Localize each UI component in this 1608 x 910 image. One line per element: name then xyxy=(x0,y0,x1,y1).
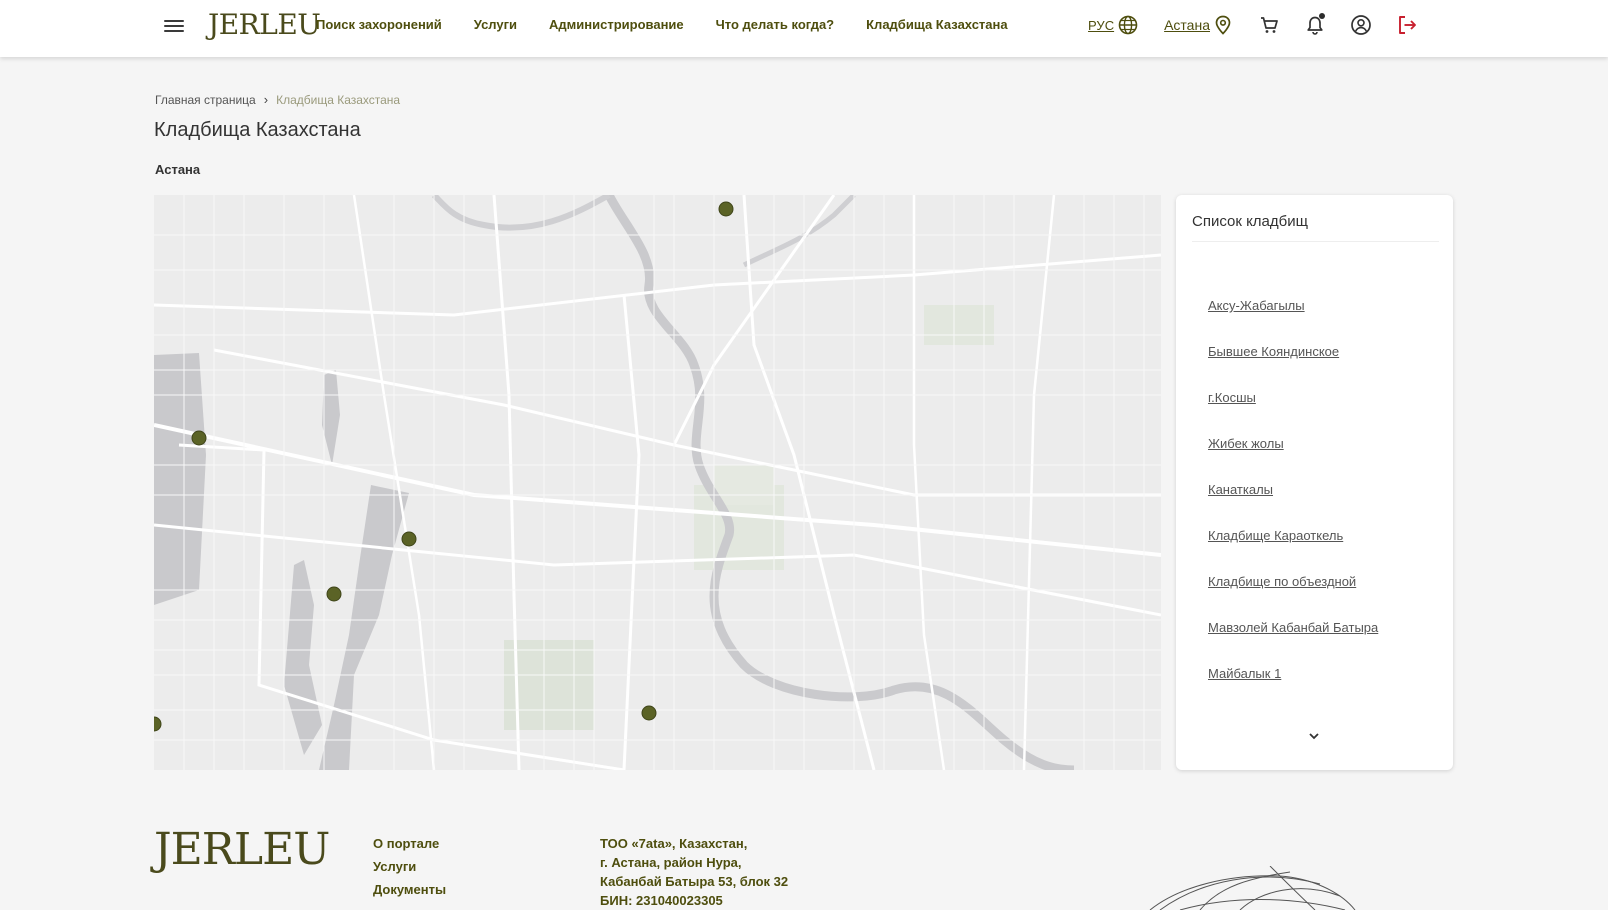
cart-icon[interactable] xyxy=(1258,14,1280,36)
nav-item-cemeteries[interactable]: Кладбища Казахстана xyxy=(866,17,1007,32)
region-label: Астана xyxy=(155,162,201,177)
language-switcher[interactable]: РУС xyxy=(1088,15,1138,35)
nav-item-services[interactable]: Услуги xyxy=(474,17,517,32)
company-line: Кабанбай Батыра 53, блок 32 xyxy=(600,874,789,889)
top-header: JERLEU Поиск захоронений Услуги Админист… xyxy=(0,0,1608,57)
breadcrumb-current: Кладбища Казахстана xyxy=(276,92,401,107)
breadcrumb: Главная страница › Кладбища Казахстана xyxy=(155,92,400,107)
main-nav: Поиск захоронений Услуги Администрирован… xyxy=(316,17,1040,32)
map-marker xyxy=(401,531,417,547)
footer-link-services[interactable]: Услуги xyxy=(373,859,446,882)
company-line: г. Астана, район Нура, xyxy=(600,855,742,870)
footer-links: О портале Услуги Документы xyxy=(373,836,446,905)
footer-logo[interactable]: JERLEU xyxy=(154,824,330,875)
list-item: Канаткалы xyxy=(1208,481,1378,527)
footer-link-documents[interactable]: Документы xyxy=(373,882,446,905)
list-item: Бывшее Кояндинское xyxy=(1208,343,1378,389)
cemetery-map[interactable] xyxy=(154,195,1161,770)
cemetery-link[interactable]: Кладбище по объездной xyxy=(1208,574,1356,589)
user-icon[interactable] xyxy=(1350,14,1372,36)
company-line: БИН: 231040023305 xyxy=(600,893,723,908)
city-selector[interactable]: Астана xyxy=(1164,15,1232,35)
map-marker xyxy=(326,586,342,602)
cemetery-link[interactable]: Аксу-Жабагылы xyxy=(1208,298,1305,313)
list-item: Жибек жолы xyxy=(1208,435,1378,481)
list-item: Майбалык 1 xyxy=(1208,665,1378,711)
cemetery-list-panel: Список кладбищ Аксу-Жабагылы Бывшее Коян… xyxy=(1176,195,1453,770)
list-item: Аксу-Жабагылы xyxy=(1208,297,1378,343)
footer-link-about[interactable]: О портале xyxy=(373,836,446,859)
globe-icon xyxy=(1118,15,1138,35)
company-line: ТОО «7ata», Казахстан, xyxy=(600,836,748,851)
breadcrumb-separator: › xyxy=(263,92,269,107)
site-logo[interactable]: JERLEU xyxy=(208,8,321,41)
cemetery-link[interactable]: Канаткалы xyxy=(1208,482,1273,497)
map-marker xyxy=(191,430,207,446)
panel-divider xyxy=(1192,241,1439,242)
map-marker xyxy=(718,201,734,217)
list-item: Кладбище по объездной xyxy=(1208,573,1378,619)
cemetery-link[interactable]: Майбалык 1 xyxy=(1208,666,1281,681)
nav-item-administration[interactable]: Администрирование xyxy=(549,17,684,32)
menu-icon[interactable] xyxy=(164,17,184,37)
nav-item-search[interactable]: Поиск захоронений xyxy=(316,17,442,32)
location-pin-icon xyxy=(1215,15,1231,35)
map-marker xyxy=(641,705,657,721)
page-title: Кладбища Казахстана xyxy=(154,119,361,141)
cemetery-list: Аксу-Жабагылы Бывшее Кояндинское г.Косшы… xyxy=(1208,297,1378,711)
city-label: Астана xyxy=(1164,17,1210,33)
header-actions: РУС Астана xyxy=(1088,13,1418,36)
logout-icon[interactable] xyxy=(1396,14,1418,36)
list-item: Мавзолей Кабанбай Батыра xyxy=(1208,619,1378,665)
cemetery-link[interactable]: Жибек жолы xyxy=(1208,436,1284,451)
panel-title: Список кладбищ xyxy=(1192,213,1308,230)
footer-company-info: ТОО «7ata», Казахстан, г. Астана, район … xyxy=(600,834,788,910)
bell-icon[interactable] xyxy=(1304,13,1326,36)
cemetery-link[interactable]: Мавзолей Кабанбай Батыра xyxy=(1208,620,1378,635)
list-item: Кладбище Караоткель xyxy=(1208,527,1378,573)
cemetery-link[interactable]: г.Косшы xyxy=(1208,390,1256,405)
notification-dot xyxy=(1319,13,1325,19)
list-item: г.Косшы xyxy=(1208,389,1378,435)
cemetery-link[interactable]: Кладбище Караоткель xyxy=(1208,528,1343,543)
nav-item-what-to-do[interactable]: Что делать когда? xyxy=(716,17,834,32)
breadcrumb-home[interactable]: Главная страница xyxy=(155,93,256,107)
language-label: РУС xyxy=(1088,17,1115,33)
cemetery-link[interactable]: Бывшее Кояндинское xyxy=(1208,344,1339,359)
chevron-down-icon[interactable] xyxy=(1304,729,1324,743)
decorative-line-art xyxy=(1149,866,1356,910)
